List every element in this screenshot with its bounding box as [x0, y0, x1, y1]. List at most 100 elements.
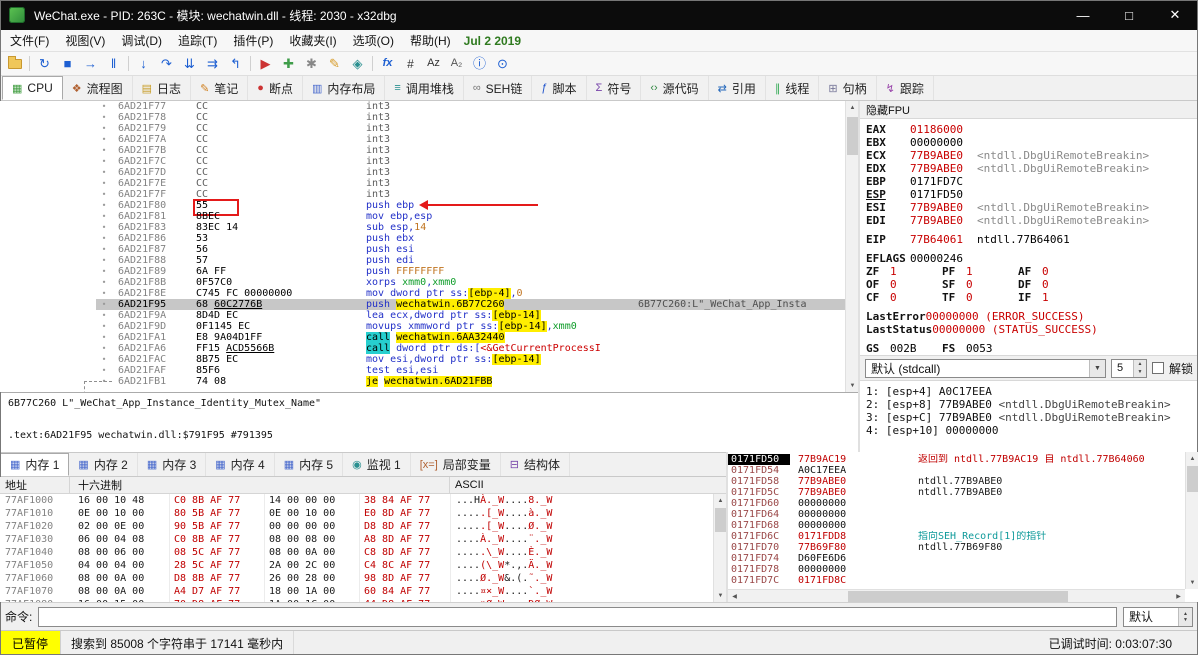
disasm-row[interactable]: 6AD21F77CCint3	[0, 101, 845, 112]
animate-icon[interactable]: ▶	[254, 53, 277, 74]
disasm-row[interactable]: 6AD21FAF85F6test esi,esi	[0, 365, 845, 376]
step-into-icon[interactable]: ↓	[132, 53, 155, 74]
disasm-row[interactable]: 6AD21F8653push ebx	[0, 233, 845, 244]
calling-convention-select[interactable]: 默认 (stdcall) ▼	[865, 358, 1106, 378]
disasm-row[interactable]: 6AD21F7DCCint3	[0, 167, 845, 178]
scrollbar-thumb[interactable]	[715, 508, 726, 532]
memory-row[interactable]: 77AF1010 0E 00 10 00 80 5B AF 77 0E 00 10 0…	[0, 507, 713, 520]
disasm-row[interactable]: 6AD21F7CCCint3	[0, 156, 845, 167]
breakpoint-dot-icon[interactable]	[96, 310, 112, 321]
close-button[interactable]: ✕	[1152, 0, 1198, 30]
breakpoint-dot-icon[interactable]	[96, 354, 112, 365]
disasm-row[interactable]: 6AD21F7ECCint3	[0, 178, 845, 189]
tab-call-stack[interactable]: ≡ 调用堆栈	[385, 76, 464, 100]
run-to-return-icon[interactable]: ↰	[224, 53, 247, 74]
scroll-down-button[interactable]	[714, 589, 726, 602]
register-row[interactable]: EBX 00000000	[866, 136, 1192, 149]
disasm-row[interactable]: 6AD21F79CCint3	[0, 123, 845, 134]
font-icon[interactable]: A₂	[445, 53, 468, 74]
scroll-right-button[interactable]	[1172, 590, 1185, 603]
breakpoint-dot-icon[interactable]	[96, 167, 112, 178]
memory-row[interactable]: 77AF1030 06 00 04 08 C0 8B AF 77 08 00 08 0…	[0, 533, 713, 546]
menu-item[interactable]: 收藏夹(I)	[281, 30, 344, 51]
menu-item[interactable]: 选项(O)	[345, 30, 402, 51]
stack-row[interactable]: 0171FD58 77B9ABE0 ntdll.77B9ABE0	[728, 476, 1185, 487]
register-row[interactable]: EIP 77B64061 ntdll.77B64061	[866, 233, 1192, 246]
register-row[interactable]: EBP 0171FD7C	[866, 175, 1192, 188]
register-row[interactable]: LastStatus 00000000 (STATUS_SUCCESS)	[866, 323, 1192, 336]
breakpoint-dot-icon[interactable]	[96, 189, 112, 200]
breakpoint-dot-icon[interactable]	[96, 178, 112, 189]
stepper-arrows[interactable]: ▲ ▼	[1132, 359, 1146, 377]
seh-shield-icon[interactable]: ◈	[346, 53, 369, 74]
script-fx-icon[interactable]: fx	[376, 53, 399, 74]
breakpoint-dot-icon[interactable]	[96, 101, 112, 112]
disasm-row[interactable]: 6AD21F7ACCint3	[0, 134, 845, 145]
menu-item[interactable]: 调试(D)	[113, 30, 170, 51]
register-row[interactable]: LastError 00000000 (ERROR_SUCCESS)	[866, 310, 1192, 323]
breakpoint-dot-icon[interactable]	[96, 200, 112, 211]
breakpoint-dot-icon[interactable]	[96, 332, 112, 343]
memory-row[interactable]: 77AF1050 04 00 04 00 28 5C AF 77 2A 00 2C 0…	[0, 559, 713, 572]
breakpoint-dot-icon[interactable]	[96, 299, 112, 310]
stack-argument-row[interactable]: 1: [esp+4] A0C17EEA	[866, 385, 1192, 398]
argument-count-stepper[interactable]: 5 ▲ ▼	[1110, 358, 1147, 378]
tab-cpu[interactable]: ▦ CPU	[2, 76, 63, 100]
stack-row[interactable]: 0171FD5C 77B9ABE0 ntdll.77B9ABE0	[728, 487, 1185, 498]
register-row[interactable]: OF 0 SF 0 DF 0	[866, 278, 1192, 291]
tab-references[interactable]: ⇄ 引用	[709, 76, 766, 100]
stack-row[interactable]: 0171FD50 77B9AC19 返回到 ntdll.77B9AC19 自 ntd…	[728, 454, 1185, 465]
disasm-row[interactable]: 6AD21F8756push esi	[0, 244, 845, 255]
menu-item[interactable]: 文件(F)	[2, 30, 57, 51]
breakpoint-dot-icon[interactable]	[96, 145, 112, 156]
scroll-up-button[interactable]	[846, 101, 858, 114]
stack-argument-row[interactable]: 3: [esp+C] 77B9ABE0 <ntdll.DbgUiRemoteBr…	[866, 411, 1192, 424]
tab-source[interactable]: ‹› 源代码	[641, 76, 709, 100]
register-row[interactable]: EFLAGS 00000246	[866, 252, 1192, 265]
tab-symbols[interactable]: Σ 符号	[587, 76, 642, 100]
stack-row[interactable]: 0171FD74 D60FE6D6	[728, 553, 1185, 564]
disasm-row[interactable]: 6AD21F7BCCint3	[0, 145, 845, 156]
breakpoint-dot-icon[interactable]	[96, 321, 112, 332]
run-icon[interactable]: →	[79, 53, 102, 74]
register-row[interactable]: EDI 77B9ABE0 <ntdll.DbgUiRemoteBreakin>	[866, 214, 1192, 227]
disasm-row[interactable]: 6AD21F8B0F57C0xorps xmm0,xmm0	[0, 277, 845, 288]
tab-trace[interactable]: ↯ 跟踪	[877, 76, 934, 100]
scrollbar-thumb[interactable]	[847, 117, 858, 155]
breakpoint-dot-icon[interactable]	[96, 255, 112, 266]
trace-over-icon[interactable]: ⇉	[201, 53, 224, 74]
tab-seh-chain[interactable]: ∞ SEH链	[464, 76, 533, 100]
scroll-up-button[interactable]	[1186, 452, 1198, 465]
scroll-down-button[interactable]	[846, 379, 858, 392]
scrollbar-thumb[interactable]	[848, 591, 1068, 602]
tab-script[interactable]: ƒ 脚本	[532, 76, 587, 100]
menu-item[interactable]: 视图(V)	[57, 30, 113, 51]
register-row[interactable]: EDX 77B9ABE0 <ntdll.DbgUiRemoteBreakin>	[866, 162, 1192, 175]
tab-notes[interactable]: ✎ 笔记	[191, 76, 249, 100]
tab-threads[interactable]: ∥ 线程	[766, 76, 820, 100]
disasm-row[interactable]: 6AD21F9A8D4D EClea ecx,dword ptr ss:[ebp…	[0, 310, 845, 321]
stack-row[interactable]: 0171FD54 A0C17EEA	[728, 465, 1185, 476]
tab-memory-4[interactable]: ▦ 内存 4	[206, 453, 275, 476]
stack-argument-row[interactable]: 2: [esp+8] 77B9ABE0 <ntdll.DbgUiRemoteBr…	[866, 398, 1192, 411]
tab-graph[interactable]: ❖ 流程图	[63, 76, 133, 100]
strings-icon[interactable]: Az	[422, 53, 445, 74]
settings-gear-icon[interactable]: ✱	[300, 53, 323, 74]
scroll-up-button[interactable]	[714, 494, 726, 507]
menu-item[interactable]: 追踪(T)	[170, 30, 225, 51]
help-icon[interactable]: ⓘ	[468, 53, 491, 74]
memory-row[interactable]: 77AF1000 16 00 10 48 C0 8B AF 77 14 00 00 0…	[0, 494, 713, 507]
tab-memory-1[interactable]: ▦ 内存 1	[0, 453, 70, 476]
disasm-row[interactable]: 6AD21FB174 08je wechatwin.6AD21FBB	[0, 376, 845, 392]
register-row[interactable]: ESP 0171FD50	[866, 188, 1192, 201]
chevron-updown-icon[interactable]: ▲ ▼	[1178, 607, 1192, 626]
scrollbar-thumb[interactable]	[1187, 466, 1198, 492]
patch-icon[interactable]: ✚	[277, 53, 300, 74]
step-over-icon[interactable]: ↷	[155, 53, 178, 74]
breakpoint-dot-icon[interactable]	[96, 244, 112, 255]
scroll-down-button[interactable]	[1186, 576, 1198, 589]
command-input[interactable]	[38, 606, 1117, 627]
stack-scrollbar[interactable]	[1185, 452, 1198, 589]
scroll-left-button[interactable]	[728, 590, 741, 603]
breakpoint-dot-icon[interactable]	[96, 134, 112, 145]
